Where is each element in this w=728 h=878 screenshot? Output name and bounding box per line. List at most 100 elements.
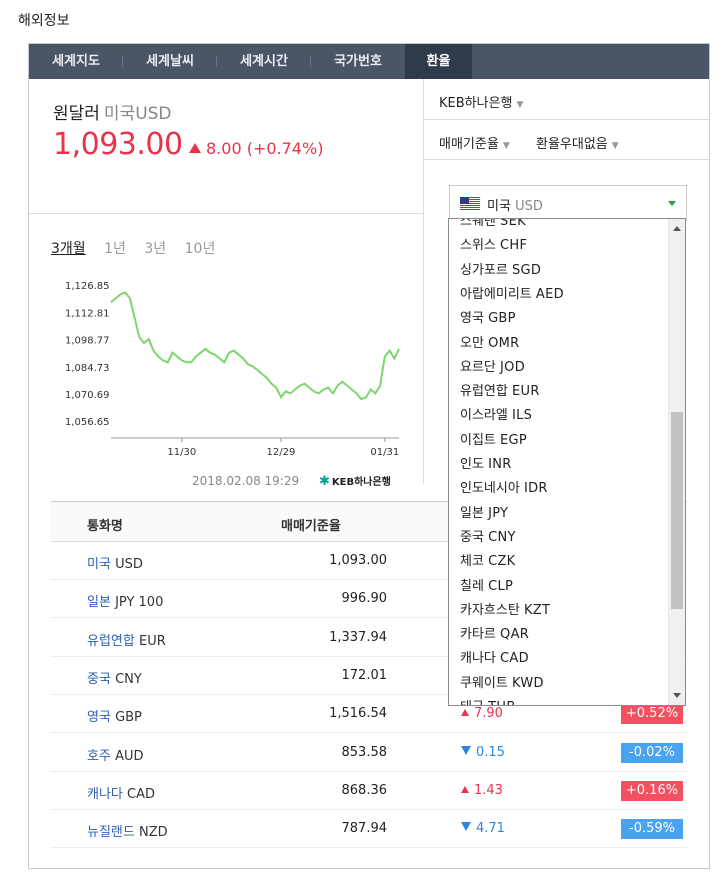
tab-world-weather[interactable]: 세계날씨: [123, 44, 217, 79]
divider: [424, 159, 709, 160]
currency-code: GBP: [115, 710, 142, 726]
up-arrow-icon: [189, 143, 201, 153]
currency-dropdown-list[interactable]: 스웨덴 SEK 스위스 CHF 싱가포르 SGD 아랍에미리트 AED 영국 GBP 오만…: [448, 218, 686, 706]
pair-sub: 미국USD: [103, 104, 172, 124]
option-country: 체코: [460, 554, 484, 570]
tab-country-code[interactable]: 국가번호: [311, 44, 405, 79]
tab-exchange-rate[interactable]: 환율: [405, 44, 472, 79]
dropdown-option[interactable]: 유럽연합 EUR: [460, 380, 540, 399]
base-rate: 1,516.54: [329, 706, 387, 722]
timestamp: 2018.02.08 19:29: [192, 474, 300, 488]
currency-country: 일본: [87, 595, 111, 611]
dropdown-option[interactable]: 스위스 CHF: [460, 234, 527, 253]
dropdown-option[interactable]: 이스라엘 ILS: [460, 404, 532, 423]
tab-world-map[interactable]: 세계지도: [29, 44, 123, 79]
dropdown-option[interactable]: 인도네시아 IDR: [460, 477, 548, 496]
dropdown-option[interactable]: 일본 JPY: [460, 502, 508, 521]
option-code: JOD: [500, 359, 526, 375]
dropdown-option[interactable]: 스웨덴 SEK: [460, 219, 526, 229]
preferential-select[interactable]: 환율우대없음 ▼: [536, 133, 619, 152]
tab-world-time[interactable]: 세계시간: [217, 44, 311, 79]
currency-code: JPY 100: [115, 595, 164, 611]
period-1y[interactable]: 1년: [104, 238, 126, 258]
y-tick-label: 1,098.77: [65, 336, 110, 347]
scrollbar-thumb[interactable]: [671, 412, 683, 609]
change-amount: 0.15: [476, 744, 505, 760]
period-selector: 3개월 1년 3년 10년: [51, 238, 229, 258]
dropdown-option[interactable]: 인도 INR: [460, 453, 512, 472]
currency-name[interactable]: 뉴질랜드 NZD: [87, 821, 168, 840]
currency-name[interactable]: 미국 USD: [87, 553, 143, 572]
caret-down-icon: [668, 201, 676, 206]
dropdown-option[interactable]: 태국 THB: [460, 696, 516, 705]
period-3m[interactable]: 3개월: [51, 238, 86, 258]
currency-name[interactable]: 영국 GBP: [87, 706, 142, 725]
change-percent-badge: +0.16%: [621, 780, 683, 801]
currency-country: 호주: [87, 748, 111, 764]
dropdown-option[interactable]: 오만 OMR: [460, 332, 519, 351]
period-3y[interactable]: 3년: [144, 238, 166, 258]
currency-name[interactable]: 일본 JPY 100: [87, 591, 163, 610]
option-code: JPY: [488, 505, 509, 521]
currency-name[interactable]: 캐나다 CAD: [87, 783, 155, 802]
dropdown-option[interactable]: 캐나다 CAD: [460, 647, 529, 666]
scroll-down-icon[interactable]: [673, 693, 681, 698]
dropdown-scrollbar[interactable]: [668, 219, 685, 705]
option-country: 칠레: [460, 578, 484, 594]
table-row[interactable]: 뉴질랜드 NZD 787.94 4.71 -0.59%: [51, 810, 687, 849]
currency-name[interactable]: 호주 AUD: [87, 745, 143, 764]
dropdown-option[interactable]: 칠레 CLP: [460, 575, 513, 594]
period-10y[interactable]: 10년: [185, 238, 216, 258]
base-rate: 1,337.94: [329, 629, 387, 645]
tab-bar: 세계지도 세계날씨 세계시간 국가번호 환율: [29, 44, 709, 79]
option-code: CHF: [500, 238, 528, 254]
scroll-up-icon[interactable]: [673, 226, 681, 231]
currency-select[interactable]: 미국 USD: [449, 185, 687, 221]
change-percent-badge: -0.02%: [621, 742, 683, 763]
currency-select-value: 미국 USD: [487, 195, 543, 214]
chevron-down-icon: ▼: [516, 100, 524, 110]
dropdown-option[interactable]: 요르단 JOD: [460, 356, 525, 375]
option-code: EUR: [511, 384, 540, 400]
bank-logo: ✱ KEB하나은행: [319, 473, 391, 489]
option-code: AED: [535, 286, 564, 302]
dropdown-option[interactable]: 카타르 QAR: [460, 623, 529, 642]
currency-name[interactable]: 유럽연합 EUR: [87, 630, 166, 649]
chevron-down-icon: ▼: [611, 141, 619, 151]
rate-change-value: 8.00 (+0.74%): [206, 139, 324, 158]
dropdown-option[interactable]: 쿠웨이트 KWD: [460, 672, 544, 691]
option-country: 인도네시아: [460, 481, 520, 497]
table-row[interactable]: 호주 AUD 853.58 0.15 -0.02%: [51, 734, 687, 772]
base-rate: 853.58: [341, 744, 388, 760]
y-tick-label: 1,056.65: [65, 417, 110, 428]
currency-code: CAD: [127, 786, 156, 802]
dropdown-option[interactable]: 이집트 EGP: [460, 429, 527, 448]
currency-name[interactable]: 중국 CNY: [87, 668, 142, 687]
dropdown-option[interactable]: 아랍에미리트 AED: [460, 283, 564, 302]
table-row[interactable]: 캐나다 CAD 868.36 1.43 +0.16%: [51, 772, 687, 810]
rate-type-select[interactable]: 매매기준율 ▼: [439, 133, 510, 152]
y-tick-label: 1,084.73: [65, 363, 110, 374]
currency-code: AUD: [115, 748, 144, 764]
option-country: 아랍에미리트: [460, 286, 532, 302]
option-country: 영국: [460, 311, 484, 327]
option-country: 일본: [460, 505, 484, 521]
currency-country: 캐나다: [87, 786, 123, 802]
currency-country: 유럽연합: [87, 633, 135, 649]
bank-select[interactable]: KEB하나은행 ▼: [439, 92, 523, 111]
dropdown-option[interactable]: 체코 CZK: [460, 550, 515, 569]
x-tick-label: 11/30: [167, 447, 196, 458]
change-value: 7.90: [461, 706, 503, 721]
dropdown-option[interactable]: 중국 CNY: [460, 526, 516, 545]
option-code: IDR: [523, 481, 548, 497]
option-country: 오만: [460, 335, 484, 351]
base-rate: 787.94: [341, 821, 388, 837]
dropdown-option[interactable]: 영국 GBP: [460, 307, 516, 326]
current-rate: 1,093.00: [53, 127, 183, 162]
option-code: GBP: [488, 311, 516, 327]
dropdown-option[interactable]: 카자흐스탄 KZT: [460, 599, 550, 618]
dropdown-option[interactable]: 싱가포르 SGD: [460, 259, 541, 278]
option-code: OMR: [488, 335, 520, 351]
base-rate: 1,093.00: [329, 553, 387, 568]
column-header-rate: 매매기준율: [281, 519, 341, 534]
